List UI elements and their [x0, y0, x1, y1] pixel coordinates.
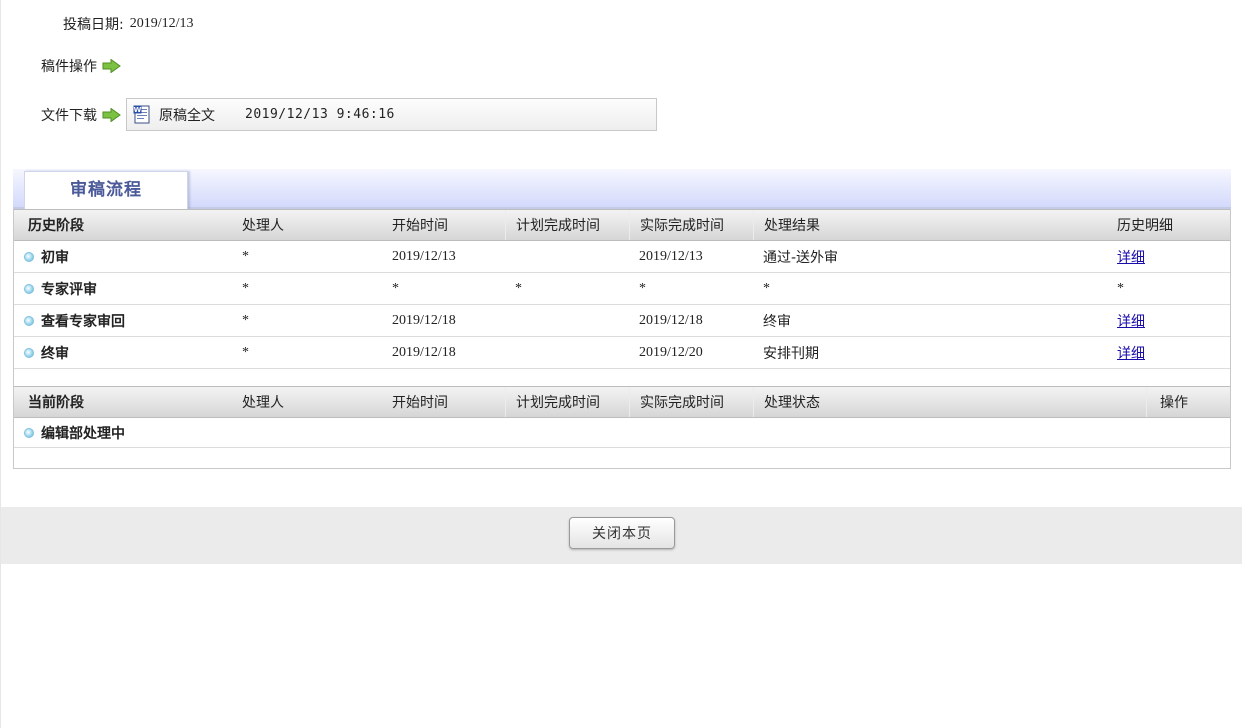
row-stage: 终审 — [41, 345, 69, 362]
history-col-start: 开始时间 — [392, 218, 448, 234]
current-col-actual: 实际完成时间 — [629, 387, 753, 417]
row-planned — [505, 241, 629, 272]
detail-link[interactable]: 详细 — [1117, 247, 1145, 267]
submission-date: 投稿日期: 2019/12/13 — [63, 14, 194, 34]
row-result: 安排刊期 — [763, 345, 819, 362]
row-start: * — [392, 280, 399, 296]
bullet-icon — [24, 347, 34, 358]
bullet-icon — [24, 315, 34, 326]
row-start: 2019/12/18 — [392, 344, 456, 360]
current-col-status: 处理状态 — [753, 387, 1146, 417]
row-planned — [505, 305, 629, 336]
detail-link[interactable]: 详细 — [1117, 343, 1145, 363]
footer-bar: 关闭本页 — [1, 507, 1242, 564]
history-col-actual: 实际完成时间 — [629, 210, 753, 240]
row-planned — [505, 337, 629, 368]
row-stage: 编辑部处理中 — [41, 425, 125, 442]
bullet-icon — [24, 427, 34, 438]
current-col-stage: 当前阶段 — [28, 395, 84, 411]
row-stage: 专家评审 — [41, 281, 97, 298]
history-col-stage: 历史阶段 — [28, 218, 84, 234]
history-header: 历史阶段 处理人 开始时间 计划完成时间 实际完成时间 处理结果 历史明细 — [14, 209, 1230, 241]
row-start: 2019/12/13 — [392, 248, 456, 264]
file-download: 文件下载 W 原稿全文 2019/12/13 9:46:16 — [41, 98, 657, 131]
manuscript-ops: 稿件操作 — [41, 56, 121, 76]
history-col-planned: 计划完成时间 — [505, 210, 629, 240]
submission-date-label: 投稿日期: — [63, 17, 124, 33]
manuscript-ops-label: 稿件操作 — [41, 59, 97, 75]
row-actual: * — [639, 280, 646, 296]
current-col-planned: 计划完成时间 — [505, 387, 629, 417]
row-handler: * — [242, 280, 249, 296]
row-result: 通过-送外审 — [763, 249, 839, 266]
current-col-start: 开始时间 — [392, 395, 448, 411]
row-stage: 初审 — [41, 249, 69, 266]
history-col-detail: 历史明细 — [1117, 218, 1173, 234]
current-col-op: 操作 — [1146, 387, 1230, 417]
file-download-box[interactable]: W 原稿全文 2019/12/13 9:46:16 — [126, 98, 657, 131]
row-detail: * — [1117, 280, 1124, 296]
current-col-handler: 处理人 — [242, 395, 284, 411]
file-name[interactable]: 原稿全文 — [159, 105, 215, 125]
bullet-icon — [24, 283, 34, 294]
table-row: 编辑部处理中 — [14, 418, 1230, 448]
row-actual: 2019/12/20 — [639, 344, 703, 360]
table-row: 终审 * 2019/12/18 2019/12/20 安排刊期 详细 — [14, 337, 1230, 369]
close-page-button[interactable]: 关闭本页 — [569, 517, 675, 549]
submission-date-value: 2019/12/13 — [129, 16, 194, 31]
row-result: 终审 — [763, 313, 791, 330]
current-header: 当前阶段 处理人 开始时间 计划完成时间 实际完成时间 处理状态 操作 — [14, 386, 1230, 418]
row-handler: * — [242, 312, 249, 328]
bullet-icon — [24, 251, 34, 262]
row-handler: * — [242, 248, 249, 264]
detail-link[interactable]: 详细 — [1117, 311, 1145, 331]
row-result: * — [763, 280, 770, 296]
arrow-right-icon[interactable] — [102, 59, 121, 73]
table-row: 初审 * 2019/12/13 2019/12/13 通过-送外审 详细 — [14, 241, 1230, 273]
history-col-handler: 处理人 — [242, 218, 284, 234]
review-tabbar: 审稿流程 — [13, 169, 1231, 209]
file-time: 2019/12/13 9:46:16 — [245, 107, 395, 122]
arrow-right-icon — [102, 107, 121, 122]
row-planned: * — [515, 280, 522, 296]
table-spacer — [14, 369, 1230, 387]
word-document-icon: W — [133, 105, 150, 123]
history-col-result: 处理结果 — [753, 210, 1107, 240]
row-actual: 2019/12/13 — [639, 248, 703, 264]
table-row: 专家评审 * * * * * * — [14, 273, 1230, 305]
svg-text:W: W — [134, 106, 142, 114]
file-download-label: 文件下载 — [41, 107, 97, 124]
row-stage: 查看专家审回 — [41, 313, 125, 330]
tab-review-process[interactable]: 审稿流程 — [24, 171, 188, 209]
row-actual: 2019/12/18 — [639, 312, 703, 328]
row-start: 2019/12/18 — [392, 312, 456, 328]
review-flow-table: 历史阶段 处理人 开始时间 计划完成时间 实际完成时间 处理结果 历史明细 初审… — [13, 209, 1231, 469]
table-row: 查看专家审回 * 2019/12/18 2019/12/18 终审 详细 — [14, 305, 1230, 337]
row-handler: * — [242, 344, 249, 360]
